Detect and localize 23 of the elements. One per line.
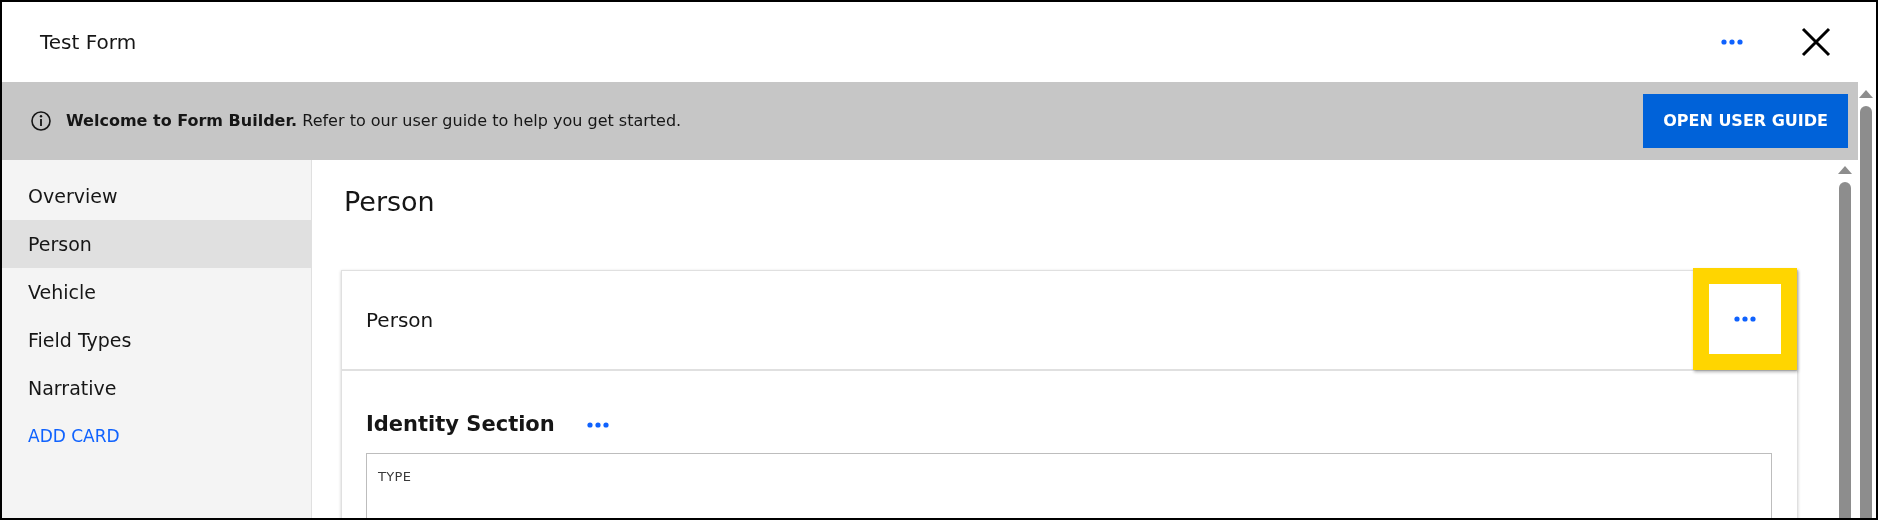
scrollbar-thumb[interactable] — [1860, 106, 1872, 518]
sidebar-item[interactable]: Narrative — [2, 364, 311, 412]
card-title: Person — [366, 307, 434, 334]
sidebar-item[interactable]: Field Types — [2, 316, 311, 364]
more-icon — [1721, 39, 1743, 45]
more-icon — [586, 422, 609, 428]
sidebar-item[interactable]: Vehicle — [2, 268, 311, 316]
open-user-guide-button[interactable]: OPEN USER GUIDE — [1643, 94, 1848, 148]
type-field[interactable]: TYPE — [366, 453, 1772, 518]
section-title: Identity Section — [366, 411, 555, 439]
page-title: Person — [344, 185, 436, 219]
scroll-up-arrow-icon[interactable] — [1859, 90, 1873, 98]
welcome-message: Welcome to Form Builder. Refer to our user guide to help you get started. — [66, 110, 683, 132]
more-icon — [1734, 316, 1756, 322]
info-icon — [30, 110, 52, 132]
close-icon — [1801, 27, 1831, 57]
scrollbar-thumb[interactable] — [1839, 182, 1851, 518]
sidebar-item[interactable]: Person — [2, 220, 311, 268]
field-label: TYPE — [378, 469, 412, 484]
window-title: Test Form — [40, 29, 138, 56]
scroll-up-arrow-icon[interactable] — [1838, 166, 1852, 174]
add-card-link[interactable]: ADD CARD — [28, 424, 120, 450]
sidebar-item[interactable]: Overview — [2, 172, 311, 220]
